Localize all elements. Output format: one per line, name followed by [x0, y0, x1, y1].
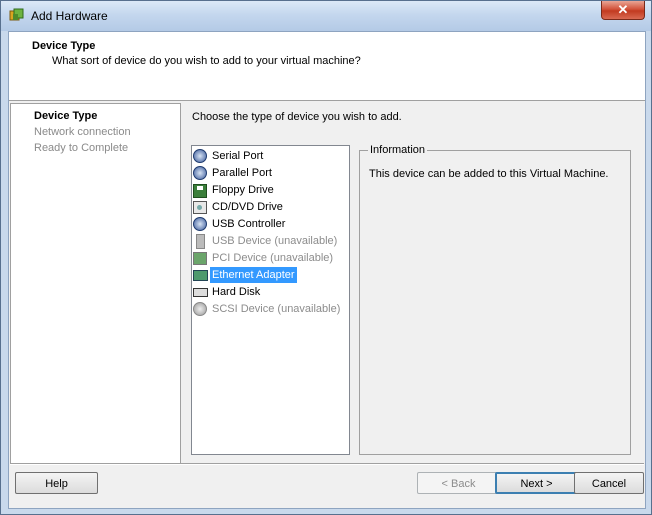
list-item-parallel-port[interactable]: Parallel Port	[193, 165, 274, 181]
device-label: USB Device (unavailable)	[212, 235, 338, 247]
list-item-ethernet-adapter[interactable]: Ethernet Adapter	[193, 267, 297, 283]
close-icon: ✕	[617, 2, 629, 17]
device-label: USB Controller	[212, 218, 286, 230]
app-icon	[9, 8, 24, 21]
page-subtitle: What sort of device do you wish to add t…	[52, 55, 361, 67]
title-bar[interactable]: Add Hardware ✕	[1, 1, 651, 31]
device-label: Ethernet Adapter	[210, 267, 297, 283]
usb-controller-icon	[193, 217, 207, 231]
list-item-usb-device: USB Device (unavailable)	[193, 233, 339, 249]
step-device-type[interactable]: Device Type	[34, 110, 97, 122]
cancel-button[interactable]: Cancel	[574, 472, 644, 494]
help-button-label: Help	[45, 478, 68, 490]
scsi-device-icon	[193, 302, 207, 316]
ethernet-adapter-icon	[193, 268, 208, 282]
next-button-label: Next >	[520, 478, 553, 490]
wizard-steps-panel: Device Type Network connection Ready to …	[10, 103, 181, 465]
pci-device-icon	[193, 251, 207, 265]
device-label: CD/DVD Drive	[212, 201, 283, 213]
information-text: This device can be added to this Virtual…	[369, 168, 609, 180]
device-label: Floppy Drive	[212, 184, 274, 196]
window-title: Add Hardware	[31, 9, 108, 23]
wizard-header: Device Type What sort of device do you w…	[9, 32, 645, 101]
cd-dvd-drive-icon	[193, 200, 207, 214]
next-button[interactable]: Next >	[495, 472, 578, 494]
hard-disk-icon	[193, 285, 208, 299]
back-button: < Back	[417, 472, 500, 494]
device-label: Serial Port	[212, 150, 264, 162]
close-button[interactable]: ✕	[601, 1, 645, 20]
cancel-button-label: Cancel	[591, 478, 627, 490]
help-button[interactable]: Help	[15, 472, 98, 494]
device-label: Parallel Port	[212, 167, 272, 179]
list-item-pci-device: PCI Device (unavailable)	[193, 250, 335, 266]
list-item-scsi-device: SCSI Device (unavailable)	[193, 301, 342, 317]
list-item-cd-dvd-drive[interactable]: CD/DVD Drive	[193, 199, 285, 215]
information-group	[359, 150, 631, 455]
device-type-list[interactable]: Serial Port Parallel Port Floppy Drive C…	[191, 145, 350, 455]
back-button-label: < Back	[441, 478, 476, 490]
add-hardware-window: Add Hardware ✕ Device Type What sort of …	[0, 0, 652, 515]
information-legend: Information	[368, 144, 428, 156]
list-item-serial-port[interactable]: Serial Port	[193, 148, 265, 164]
device-label: Hard Disk	[212, 286, 261, 298]
device-label: SCSI Device (unavailable)	[212, 303, 341, 315]
device-prompt: Choose the type of device you wish to ad…	[192, 111, 402, 123]
button-divider	[10, 463, 644, 465]
list-item-hard-disk[interactable]: Hard Disk	[193, 284, 262, 300]
serial-port-icon	[193, 149, 207, 163]
parallel-port-icon	[193, 166, 207, 180]
usb-device-icon	[193, 234, 207, 249]
step-ready-to-complete[interactable]: Ready to Complete	[34, 142, 128, 154]
dialog-body: Device Type What sort of device do you w…	[8, 31, 646, 509]
page-title: Device Type	[32, 40, 96, 52]
step-network-connection[interactable]: Network connection	[34, 126, 131, 138]
list-item-floppy-drive[interactable]: Floppy Drive	[193, 182, 276, 198]
list-item-usb-controller[interactable]: USB Controller	[193, 216, 287, 232]
device-label: PCI Device (unavailable)	[212, 252, 334, 264]
floppy-drive-icon	[193, 183, 207, 198]
